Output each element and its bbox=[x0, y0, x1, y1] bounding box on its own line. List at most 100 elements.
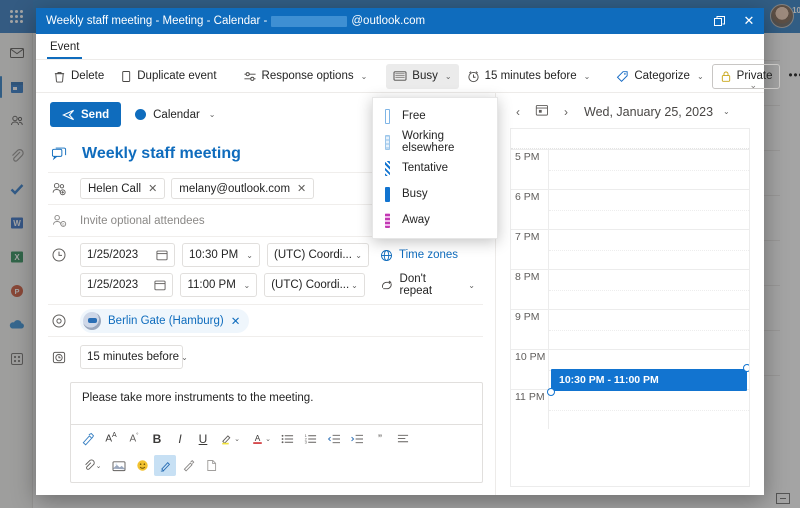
hour-label: 8 PM bbox=[511, 270, 549, 309]
time-zones-button[interactable]: Time zones bbox=[376, 243, 462, 267]
chevron-down-icon: ⌄ bbox=[355, 250, 362, 260]
start-timezone-select[interactable]: (UTC) Coordi... ⌄ bbox=[267, 243, 369, 267]
categorize-label: Categorize bbox=[634, 70, 690, 82]
reminder-button[interactable]: 15 minutes before ⌄ bbox=[460, 64, 598, 89]
tab-event[interactable]: Event bbox=[47, 41, 83, 59]
draw-icon[interactable] bbox=[177, 455, 199, 476]
resize-handle-bottom[interactable] bbox=[547, 388, 555, 396]
hour-label: 10 PM bbox=[511, 350, 549, 389]
reminder-row: 15 minutes before ⌄ bbox=[48, 337, 483, 372]
signature-icon[interactable] bbox=[154, 455, 176, 476]
end-timezone-select[interactable]: (UTC) Coordi... ⌄ bbox=[264, 273, 365, 297]
font-grow-icon[interactable]: AA bbox=[100, 428, 122, 449]
align-icon[interactable] bbox=[392, 428, 414, 449]
ribbon-toolbar: Delete Duplicate event Response options … bbox=[36, 60, 800, 93]
start-time-input[interactable]: 10:30 PM ⌄ bbox=[182, 243, 260, 267]
overflow-button[interactable]: ••• bbox=[781, 64, 800, 89]
reminder-icon bbox=[48, 349, 70, 365]
dialog-title: Weekly staff meeting - Meeting - Calenda… bbox=[46, 15, 425, 27]
response-options-label: Response options bbox=[261, 70, 354, 82]
underline-icon[interactable]: U bbox=[192, 428, 214, 449]
menu-item-busy[interactable]: Busy bbox=[373, 181, 497, 207]
event-body-input[interactable]: Please take more instruments to the meet… bbox=[71, 383, 482, 424]
optional-attendee-icon: 0 bbox=[48, 213, 70, 229]
reminder-select[interactable]: 15 minutes before ⌄ bbox=[80, 345, 188, 369]
menu-item-free[interactable]: Free bbox=[373, 103, 497, 129]
prev-day-button[interactable]: ‹ bbox=[510, 105, 526, 119]
hour-row[interactable]: 5 PM bbox=[511, 149, 749, 189]
bold-icon[interactable]: B bbox=[146, 428, 168, 449]
next-day-button[interactable]: › bbox=[558, 105, 574, 119]
format-toolbar-row2: ⌄ bbox=[71, 452, 482, 482]
remove-location-icon[interactable]: ✕ bbox=[231, 314, 241, 328]
end-date-input[interactable]: 1/25/2023 bbox=[80, 273, 174, 297]
font-shrink-icon[interactable]: A° bbox=[123, 428, 145, 449]
chevron-down-icon[interactable]: ⌄ bbox=[723, 107, 730, 116]
optional-attendees-placeholder: Invite optional attendees bbox=[80, 214, 205, 227]
tentative-status-icon bbox=[385, 160, 390, 176]
numbered-list-icon[interactable]: 1 2 3 bbox=[300, 428, 322, 449]
duplicate-icon bbox=[122, 70, 131, 82]
decrease-indent-icon[interactable] bbox=[323, 428, 345, 449]
end-time-row: 1/25/2023 11:00 PM ⌄ (UTC) Coordi... ⌄ D… bbox=[48, 270, 483, 305]
attach-icon[interactable]: ⌄ bbox=[77, 455, 107, 476]
all-day-row[interactable] bbox=[511, 129, 749, 149]
restore-button[interactable] bbox=[704, 8, 734, 34]
location-chip[interactable]: Berlin Gate (Hamburg) ✕ bbox=[80, 308, 250, 333]
remove-attendee-icon[interactable]: ✕ bbox=[148, 182, 157, 195]
increase-indent-icon[interactable] bbox=[346, 428, 368, 449]
calendar-event-block[interactable]: 10:30 PM - 11:00 PM bbox=[547, 364, 749, 396]
hour-row[interactable]: 7 PM bbox=[511, 229, 749, 269]
font-color-icon[interactable]: A ⌄ bbox=[246, 428, 276, 449]
menu-item-label: Busy bbox=[402, 188, 428, 200]
hour-row[interactable]: 9 PM bbox=[511, 309, 749, 349]
bullet-list-icon[interactable] bbox=[277, 428, 299, 449]
chevron-down-icon: ⌄ bbox=[583, 71, 591, 81]
repeat-button[interactable]: Don't repeat ⌄ bbox=[372, 273, 483, 297]
hour-label: 9 PM bbox=[511, 310, 549, 349]
response-options-button[interactable]: Response options ⌄ bbox=[236, 64, 375, 89]
ribbon-collapse-icon[interactable]: ⌄ bbox=[749, 80, 757, 91]
attendee-chip[interactable]: Helen Call ✕ bbox=[80, 178, 166, 199]
chevron-down-icon: ⌄ bbox=[246, 250, 253, 260]
menu-item-away[interactable]: Away bbox=[373, 207, 497, 233]
start-time-row: 1/25/2023 10:30 PM ⌄ (UTC) Coordi... ⌄ T… bbox=[48, 237, 483, 270]
close-icon: ✕ bbox=[743, 13, 755, 28]
duplicate-label: Duplicate event bbox=[137, 70, 217, 82]
duplicate-event-button[interactable]: Duplicate event bbox=[112, 64, 223, 89]
hour-row[interactable]: 11 PM bbox=[511, 389, 749, 429]
private-button[interactable]: Private bbox=[711, 63, 781, 89]
insert-image-icon[interactable] bbox=[108, 455, 130, 476]
chevron-down-icon: ⌄ bbox=[265, 435, 271, 443]
delete-label: Delete bbox=[71, 70, 105, 82]
start-date-input[interactable]: 1/25/2023 bbox=[80, 243, 175, 267]
menu-item-tentative[interactable]: Tentative bbox=[373, 155, 497, 181]
location-icon bbox=[48, 313, 70, 329]
format-painter-icon[interactable] bbox=[77, 428, 99, 449]
attendee-chip[interactable]: melany@outlook.com ✕ bbox=[171, 178, 315, 199]
end-time-input[interactable]: 11:00 PM ⌄ bbox=[180, 273, 258, 297]
dialog-title-prefix: Weekly staff meeting - Meeting - Calenda… bbox=[46, 15, 268, 27]
hour-row[interactable]: 8 PM bbox=[511, 269, 749, 309]
remove-attendee-icon[interactable]: ✕ bbox=[297, 182, 306, 195]
location-avatar-icon bbox=[83, 311, 101, 330]
hour-row[interactable]: 6 PM bbox=[511, 189, 749, 229]
today-button[interactable] bbox=[534, 103, 550, 120]
categorize-button[interactable]: Categorize ⌄ bbox=[609, 64, 710, 89]
calendar-selector[interactable]: Calendar ⌄ bbox=[135, 109, 216, 121]
close-button[interactable]: ✕ bbox=[734, 8, 764, 34]
send-button[interactable]: Send bbox=[50, 102, 122, 127]
hour-label: 11 PM bbox=[511, 390, 549, 429]
highlight-icon[interactable]: ⌄ bbox=[215, 428, 245, 449]
insert-file-icon[interactable] bbox=[200, 455, 222, 476]
resize-handle-top[interactable] bbox=[743, 364, 749, 372]
menu-item-label: Tentative bbox=[402, 162, 449, 174]
quote-icon[interactable]: ” bbox=[369, 428, 391, 449]
trash-icon bbox=[54, 71, 65, 83]
calendar-grid[interactable]: 5 PM 6 PM 7 PM 8 PM 9 PM 10 PM 11 PM 10:… bbox=[510, 128, 750, 487]
italic-icon[interactable]: I bbox=[169, 428, 191, 449]
emoji-icon[interactable] bbox=[131, 455, 153, 476]
delete-button[interactable]: Delete bbox=[46, 64, 111, 89]
menu-item-working-elsewhere[interactable]: Working elsewhere bbox=[373, 129, 497, 155]
busy-status-button[interactable]: Busy ⌄ bbox=[386, 63, 459, 89]
